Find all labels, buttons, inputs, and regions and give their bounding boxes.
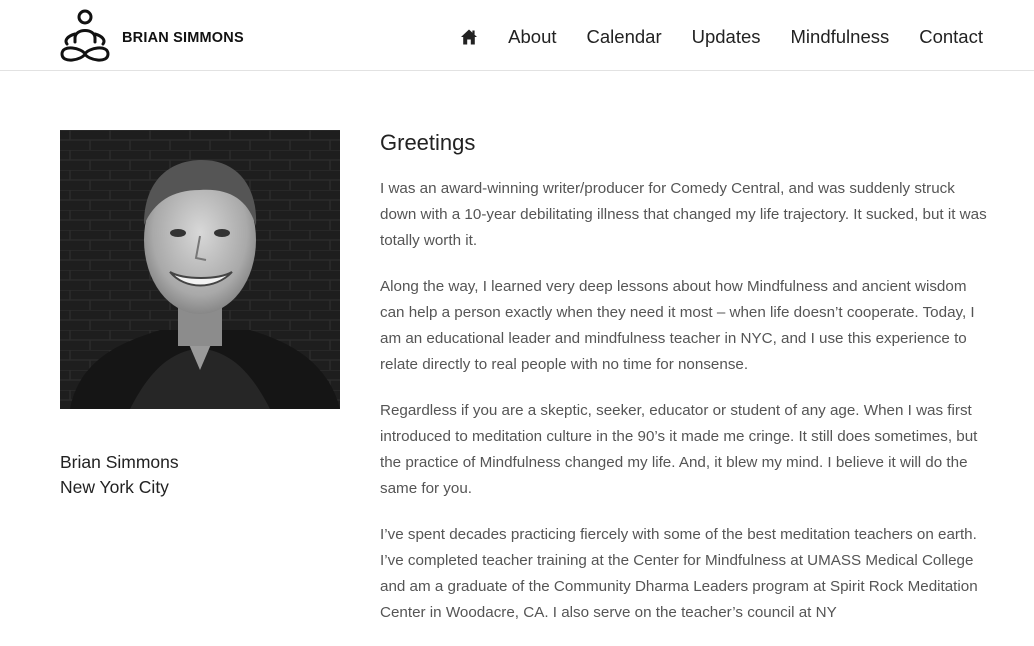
- site-header: BRIAN SIMMONS About Calendar Updates Min…: [0, 0, 1034, 71]
- home-icon[interactable]: [460, 28, 478, 46]
- site-brand-name[interactable]: BRIAN SIMMONS: [122, 30, 244, 46]
- profile-caption: Brian Simmons New York City: [60, 450, 179, 500]
- paragraph-1: I was an award-winning writer/producer f…: [380, 180, 987, 249]
- paragraph-4: I’ve spent decades practicing fiercely w…: [380, 526, 978, 621]
- profile-name: Brian Simmons: [60, 452, 179, 472]
- nav-calendar[interactable]: Calendar: [587, 26, 662, 48]
- page-title: Greetings: [380, 130, 476, 155]
- nav-mindfulness[interactable]: Mindfulness: [791, 26, 890, 48]
- profile-photo: [60, 130, 340, 409]
- nav-about[interactable]: About: [508, 26, 556, 48]
- meditating-figure-logo-icon[interactable]: [58, 8, 112, 64]
- paragraph-3: Regardless if you are a skeptic, seeker,…: [380, 402, 978, 497]
- nav-updates[interactable]: Updates: [692, 26, 761, 48]
- paragraph-2: Along the way, I learned very deep lesso…: [380, 278, 975, 373]
- main-content: Greetings I was an award-winning writer/…: [380, 130, 990, 646]
- profile-location: New York City: [60, 477, 169, 497]
- main-navigation: About Calendar Updates Mindfulness Conta…: [460, 26, 983, 48]
- nav-contact[interactable]: Contact: [919, 26, 983, 48]
